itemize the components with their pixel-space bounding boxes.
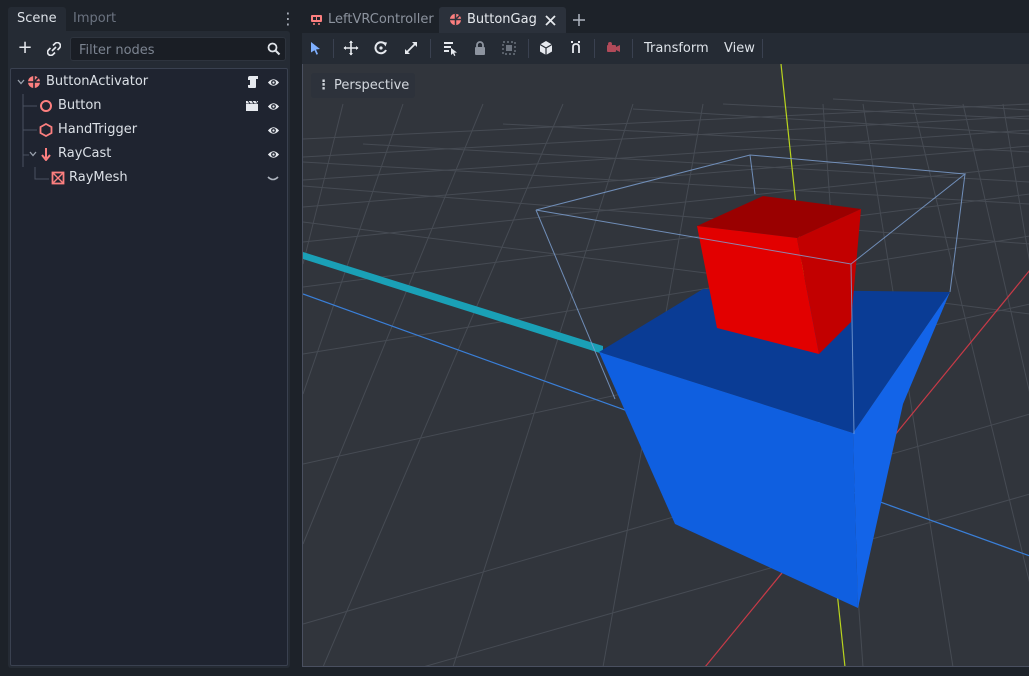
visibility-eye-icon[interactable] bbox=[267, 124, 280, 137]
tab-leftvrcontroller[interactable]: LeftVRController bbox=[302, 7, 435, 33]
visibility-eye-icon[interactable] bbox=[267, 100, 280, 113]
local-space-icon[interactable] bbox=[537, 39, 555, 57]
tree-item-label: ButtonActivator bbox=[46, 74, 149, 89]
ray-mesh[interactable] bbox=[303, 252, 603, 354]
tab-import[interactable]: Import bbox=[64, 7, 125, 31]
kebab-menu-icon[interactable]: ⋮ bbox=[280, 9, 296, 28]
spatial-node-icon bbox=[28, 76, 40, 88]
script-icon[interactable] bbox=[247, 75, 260, 89]
scene-tree[interactable]: ButtonActivator Button HandTrigger RayCa… bbox=[10, 68, 288, 666]
tree-item-label: Button bbox=[58, 98, 102, 113]
vr-controller-icon bbox=[311, 15, 322, 25]
tree-item-label: HandTrigger bbox=[58, 122, 138, 137]
rotate-tool-icon[interactable] bbox=[372, 39, 390, 57]
raycast-icon bbox=[41, 148, 51, 161]
tree-item-button[interactable]: Button bbox=[11, 94, 287, 118]
toolbar-separator bbox=[762, 39, 763, 58]
perspective-label: Perspective bbox=[334, 78, 410, 93]
select-tool-icon[interactable] bbox=[306, 39, 324, 57]
toolbar-separator bbox=[333, 39, 334, 58]
toolbar-separator bbox=[528, 39, 529, 58]
snap-icon[interactable] bbox=[566, 39, 584, 57]
tree-item-buttonactivator[interactable]: ButtonActivator bbox=[11, 70, 287, 94]
list-select-icon[interactable] bbox=[441, 39, 459, 57]
toolbar-separator bbox=[632, 39, 633, 58]
instance-scene-button[interactable] bbox=[44, 39, 64, 59]
group-icon[interactable] bbox=[500, 39, 518, 57]
visibility-eye-icon[interactable] bbox=[267, 148, 280, 161]
perspective-menu-button[interactable]: ⋮ Perspective bbox=[311, 73, 416, 98]
clapperboard-icon[interactable] bbox=[245, 100, 259, 112]
tab-label: ButtonGag bbox=[467, 12, 537, 27]
close-icon[interactable] bbox=[545, 15, 556, 26]
link-icon bbox=[46, 41, 62, 57]
transform-menu[interactable]: Transform bbox=[644, 33, 709, 64]
viewport-scene[interactable] bbox=[303, 64, 1029, 667]
scene-tabs: LeftVRController ButtonGag bbox=[302, 7, 1029, 33]
tab-buttongag[interactable]: ButtonGag bbox=[439, 7, 566, 33]
tab-label: LeftVRController bbox=[328, 12, 434, 27]
plus-icon[interactable] bbox=[572, 13, 586, 27]
collision-shape-icon bbox=[39, 123, 53, 137]
chevron-down-icon[interactable] bbox=[17, 79, 25, 85]
spatial-node-icon bbox=[449, 13, 462, 26]
tree-item-handtrigger[interactable]: HandTrigger bbox=[11, 118, 287, 142]
add-node-button[interactable]: + bbox=[15, 38, 35, 58]
chevron-down-icon[interactable] bbox=[29, 151, 37, 157]
plus-icon: + bbox=[17, 37, 33, 58]
tree-item-raymesh[interactable]: RayMesh bbox=[11, 166, 287, 190]
tab-scene[interactable]: Scene bbox=[8, 7, 66, 31]
move-tool-icon[interactable] bbox=[342, 39, 360, 57]
viewport-toolbar: Transform View bbox=[302, 33, 1029, 64]
filter-nodes-input[interactable] bbox=[77, 40, 261, 60]
camera-icon[interactable] bbox=[604, 39, 622, 57]
toolbar-separator bbox=[594, 39, 595, 58]
tree-item-raycast[interactable]: RayCast bbox=[11, 142, 287, 166]
3d-viewport[interactable] bbox=[302, 64, 1029, 667]
hidden-eye-icon[interactable] bbox=[267, 176, 279, 182]
lock-icon[interactable] bbox=[471, 39, 489, 57]
scene-dock: Scene Import ⋮ + ButtonActivator bbox=[0, 0, 298, 676]
scale-tool-icon[interactable] bbox=[402, 39, 420, 57]
tree-item-label: RayMesh bbox=[69, 170, 128, 185]
search-icon bbox=[267, 42, 281, 56]
mesh-instance-icon bbox=[51, 171, 65, 185]
area-node-icon bbox=[40, 100, 52, 112]
visibility-eye-icon[interactable] bbox=[267, 76, 280, 89]
toolbar-separator bbox=[430, 39, 431, 58]
tree-item-label: RayCast bbox=[58, 146, 112, 161]
view-menu[interactable]: View bbox=[724, 33, 755, 64]
filter-nodes-field[interactable] bbox=[70, 37, 286, 61]
kebab-menu-icon: ⋮ bbox=[317, 78, 330, 93]
